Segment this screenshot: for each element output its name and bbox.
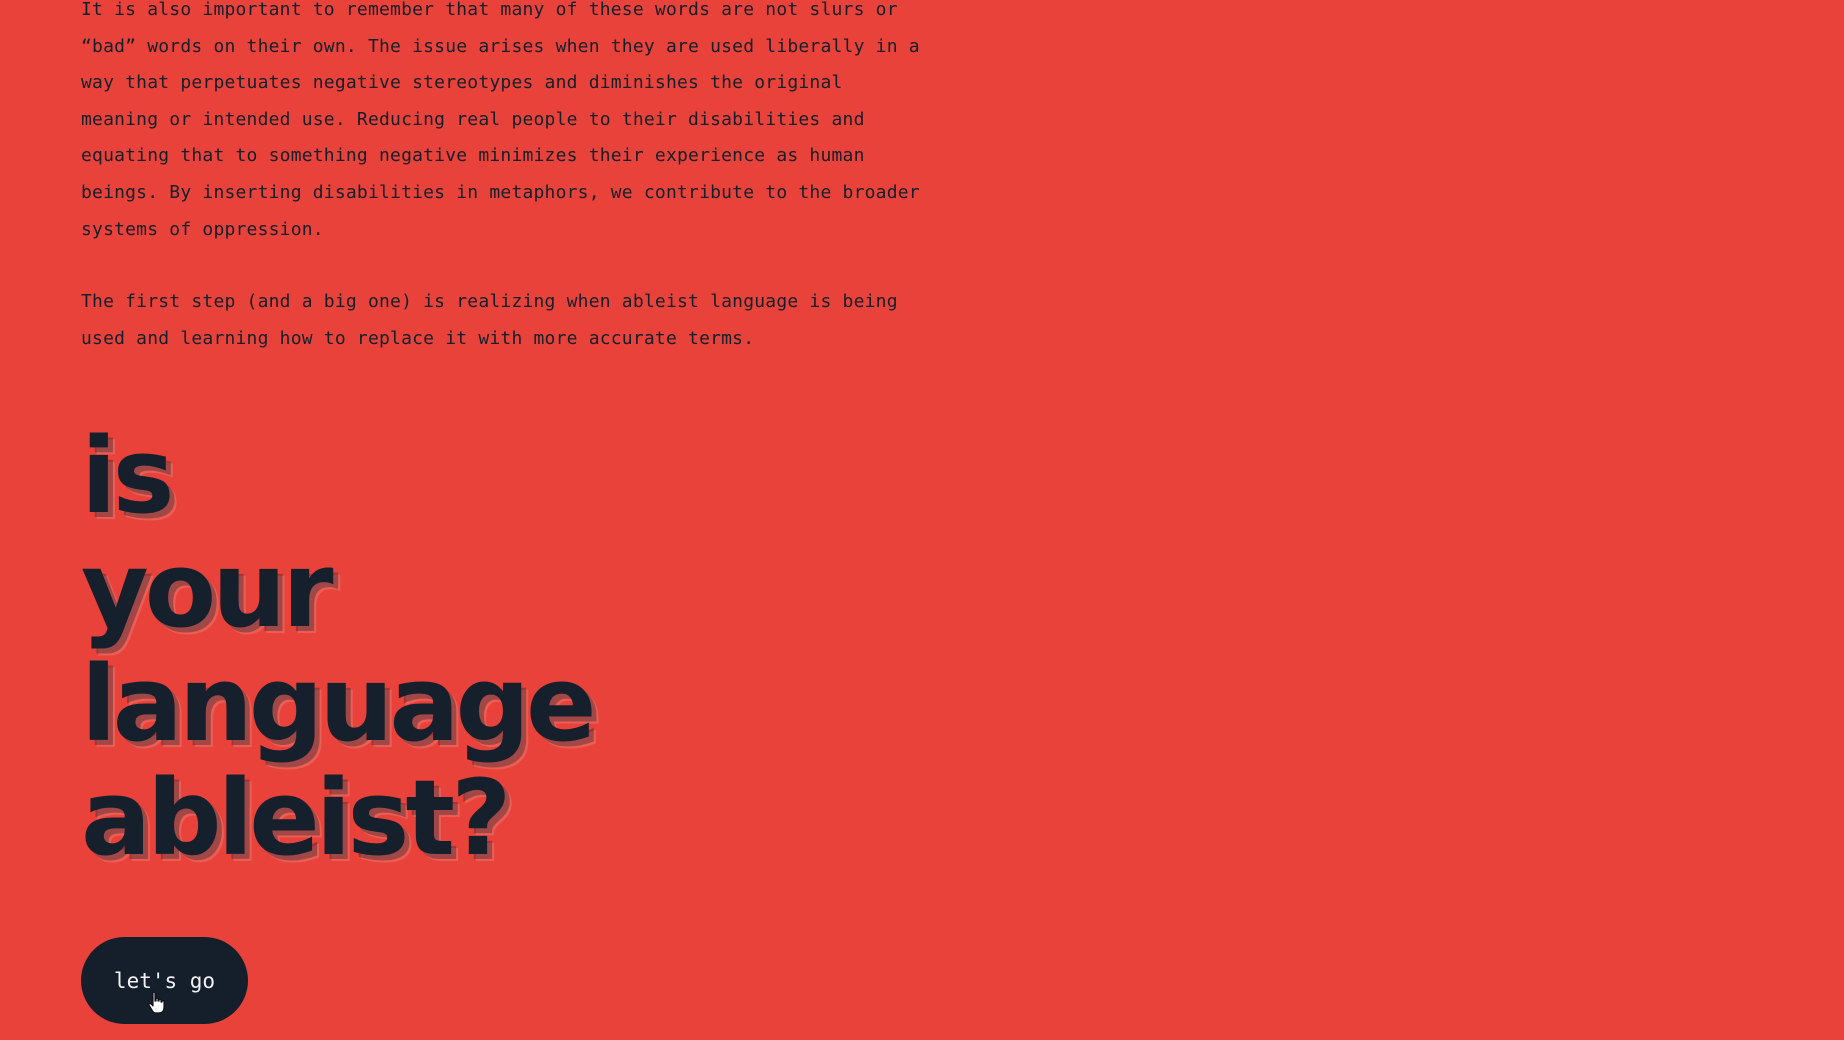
headline-line-3: language: [81, 643, 597, 766]
headline-line-2: your: [81, 529, 334, 652]
headline: is your language ableist?: [81, 419, 941, 875]
body-paragraph-1: It is also important to remember that ma…: [81, 0, 920, 240]
main-content: It is also important to remember that ma…: [81, 0, 941, 1025]
body-paragraph-2: The first step (and a big one) is realiz…: [81, 291, 898, 349]
lets-go-button[interactable]: let's go: [81, 937, 248, 1025]
hand-pointer-icon: [148, 991, 165, 1014]
lets-go-button-label: let's go: [113, 968, 216, 993]
headline-line-4: ableist?: [81, 757, 511, 880]
headline-line-1: is: [81, 415, 175, 538]
